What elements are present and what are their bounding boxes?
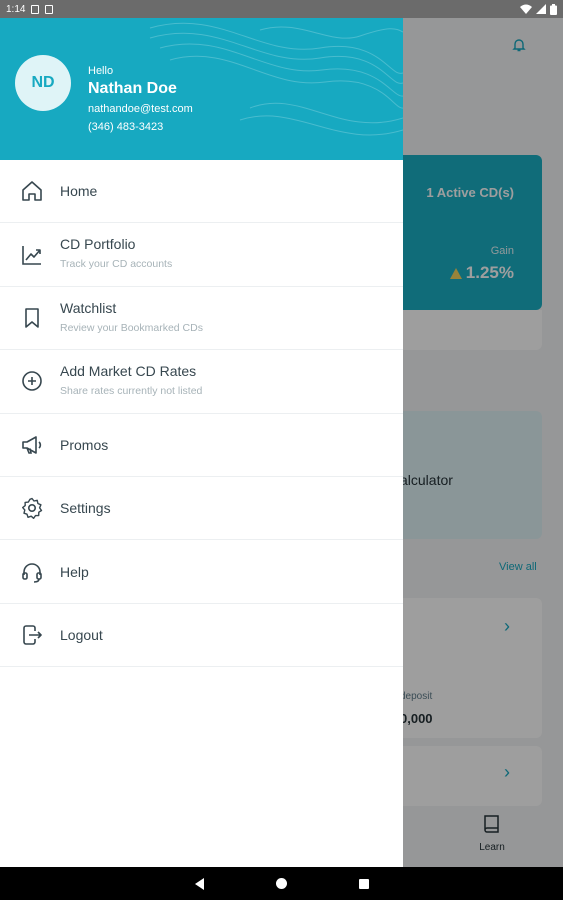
logout-icon [20,623,44,647]
system-nav-bar [0,867,563,900]
menu-item-label: Watchlist [60,299,117,316]
menu-item-help[interactable]: Help [0,540,403,604]
drawer-menu: Home CD Portfolio Track your CD accounts… [0,160,403,668]
menu-item-promos[interactable]: Promos [0,414,403,477]
user-email: nathandoe@test.com [88,103,193,115]
menu-item-settings[interactable]: Settings [0,477,403,541]
menu-item-cd-portfolio[interactable]: CD Portfolio Track your CD accounts [0,223,403,287]
battery-icon [550,3,557,15]
menu-item-subtitle: Share rates currently not listed [60,385,203,398]
notification-icon [45,4,54,14]
menu-item-label: Home [60,183,98,200]
bookmark-icon [20,306,44,330]
wifi-icon [520,4,532,14]
user-phone: (346) 483-3423 [88,121,164,133]
user-info: Hello Nathan Doe nathandoe@test.com (346… [88,65,193,133]
back-icon[interactable] [194,877,204,890]
menu-item-label: Settings [60,500,111,517]
menu-item-label: CD Portfolio [60,236,136,253]
menu-item-subtitle: Review your Bookmarked CDs [60,321,203,334]
menu-item-label: Add Market CD Rates [60,363,197,380]
menu-item-watchlist[interactable]: Watchlist Review your Bookmarked CDs [0,287,403,351]
status-bar: 1:14 [0,0,563,18]
avatar: ND [15,55,71,111]
chart-line-icon [20,243,44,267]
headset-icon [20,560,44,584]
home-icon [20,179,44,203]
menu-item-label: Promos [60,436,109,453]
menu-item-subtitle: Track your CD accounts [60,258,173,271]
add-circle-icon [20,369,44,393]
gear-icon [20,496,44,520]
menu-item-logout[interactable]: Logout [0,604,403,668]
drawer-header: ND Hello Nathan Doe nathandoe@test.com (… [0,18,403,160]
greeting: Hello [88,65,114,77]
navigation-drawer: ND Hello Nathan Doe nathandoe@test.com (… [0,18,403,867]
menu-item-label: Logout [60,626,103,643]
menu-item-add-market-cd-rates[interactable]: Add Market CD Rates Share rates currentl… [0,350,403,414]
menu-item-label: Help [60,563,89,580]
user-name: Nathan Doe [88,80,177,97]
home-button-icon[interactable] [275,878,287,889]
megaphone-icon [20,433,44,457]
signal-icon [536,4,546,14]
recents-icon[interactable] [358,878,369,889]
status-time: 1:14 [6,3,26,15]
menu-item-home[interactable]: Home [0,160,403,224]
notification-icon [31,4,40,14]
